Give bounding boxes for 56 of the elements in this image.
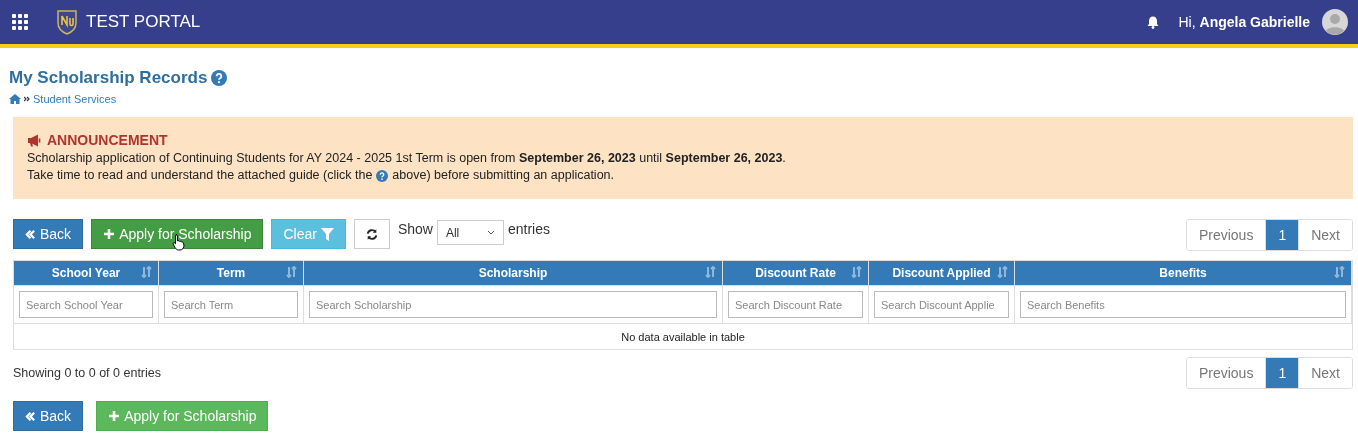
empty-table-message: No data available in table: [621, 330, 745, 343]
avatar-icon[interactable]: [1322, 9, 1348, 35]
filter-icon: [320, 227, 334, 241]
next-button[interactable]: Next: [1298, 358, 1352, 388]
megaphone-icon: [27, 134, 42, 147]
sort-icon[interactable]: [705, 266, 716, 278]
announcement-text: Scholarship application of Continuing Students for AY 2024 - 2025 1st Term is open from September 26, 2023 until September 26, 2023.: [27, 150, 787, 167]
show-label: Show: [397, 221, 433, 237]
sort-icon[interactable]: [286, 266, 297, 278]
page-title: My Scholarship Records: [9, 68, 208, 88]
sort-icon[interactable]: [997, 266, 1008, 278]
announcement-text: above) before submitting an application.: [392, 167, 615, 184]
back-button[interactable]: Back: [13, 401, 84, 431]
next-button[interactable]: Next: [1298, 220, 1352, 250]
entries-label: entries: [507, 221, 550, 237]
column-header[interactable]: Benefits: [1015, 261, 1352, 285]
apply-for-scholarship-button[interactable]: Apply for Scholarship: [96, 401, 269, 431]
apply-for-scholarship-button[interactable]: Apply for Scholarship: [91, 219, 264, 249]
double-chevron-icon: [25, 228, 36, 240]
column-header[interactable]: School Year: [14, 261, 159, 285]
column-search-field[interactable]: Search Discount Rate: [728, 291, 863, 318]
column-header[interactable]: Scholarship: [304, 261, 723, 285]
column-search-field[interactable]: Search School Year: [19, 291, 153, 318]
column-search-field[interactable]: Search Term: [164, 291, 298, 318]
help-icon[interactable]: [376, 169, 389, 182]
sort-icon[interactable]: [1334, 266, 1345, 278]
portal-title: TEST PORTAL: [86, 12, 201, 32]
column-header[interactable]: Discount Rate: [723, 261, 869, 285]
user-greeting[interactable]: Hi, Angela Gabrielle: [1178, 14, 1310, 30]
announcement-heading: ANNOUNCEMENT: [47, 132, 168, 149]
apps-grid-icon[interactable]: [12, 14, 28, 30]
sort-icon[interactable]: [141, 266, 152, 278]
column-search-field[interactable]: Search Discount Applie: [874, 291, 1009, 318]
home-icon[interactable]: [9, 94, 21, 104]
page-button[interactable]: 1: [1265, 358, 1299, 388]
column-header[interactable]: Term: [159, 261, 304, 285]
back-button[interactable]: Back: [13, 219, 84, 249]
refresh-icon: [365, 227, 378, 241]
plus-icon: [108, 410, 121, 422]
page-length-select[interactable]: All: [436, 220, 504, 245]
sort-icon[interactable]: [851, 266, 862, 278]
double-chevron-icon: [24, 96, 30, 102]
help-icon[interactable]: [211, 70, 228, 86]
column-header[interactable]: Discount Applied: [869, 261, 1015, 285]
chevron-down-icon: [486, 230, 495, 235]
shield-logo-icon: [56, 9, 78, 35]
double-chevron-icon: [25, 410, 36, 422]
plus-icon: [103, 228, 116, 240]
bell-icon[interactable]: [1146, 15, 1159, 29]
breadcrumb-link[interactable]: Student Services: [33, 93, 117, 105]
column-search-field[interactable]: Search Scholarship: [309, 291, 717, 318]
refresh-button[interactable]: [353, 219, 390, 249]
announcement-text: Take time to read and understand the attached guide (click the: [27, 167, 373, 184]
page-button[interactable]: 1: [1265, 220, 1299, 250]
column-search-field[interactable]: Search Benefits: [1020, 291, 1346, 318]
table-info: Showing 0 to 0 of 0 entries: [13, 366, 161, 380]
